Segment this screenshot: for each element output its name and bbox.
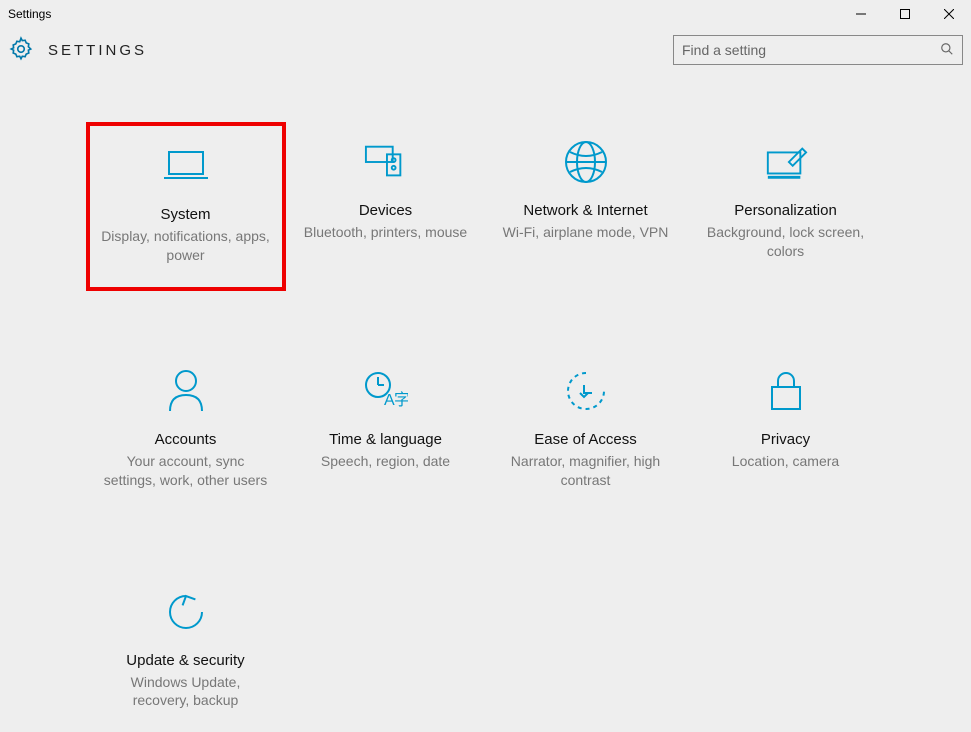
devices-icon [364,140,408,184]
tile-desc: Bluetooth, printers, mouse [304,223,467,242]
tile-desc: Narrator, magnifier, high contrast [501,452,671,490]
tile-title: Accounts [155,431,217,448]
tile-privacy[interactable]: Privacy Location, camera [686,351,886,512]
tile-title: Personalization [734,202,837,219]
header-left: SETTINGS [8,36,147,65]
update-icon [164,590,208,634]
tile-title: Ease of Access [534,431,637,448]
tile-update-security[interactable]: Update & security Windows Update, recove… [86,572,286,732]
search-input[interactable] [682,42,940,58]
time-language-icon: A字 [364,369,408,413]
settings-grid: System Display, notifications, apps, pow… [0,122,971,732]
header: SETTINGS [0,28,971,72]
tile-title: Update & security [126,652,244,669]
tile-network[interactable]: Network & Internet Wi-Fi, airplane mode,… [486,122,686,291]
tile-system[interactable]: System Display, notifications, apps, pow… [86,122,286,291]
gear-icon [8,36,34,65]
close-button[interactable] [927,0,971,28]
tile-desc: Background, lock screen, colors [701,223,871,261]
tile-desc: Your account, sync settings, work, other… [101,452,271,490]
search-box[interactable] [673,35,963,65]
tile-personalization[interactable]: Personalization Background, lock screen,… [686,122,886,291]
titlebar: Settings [0,0,971,28]
search-icon [940,42,954,59]
ease-access-icon [564,369,608,413]
globe-icon [564,140,608,184]
page-title: SETTINGS [48,42,147,59]
lock-icon [764,369,808,413]
tile-time-language[interactable]: A字 Time & language Speech, region, date [286,351,486,512]
tile-desc: Display, notifications, apps, power [101,227,271,265]
tile-desc: Windows Update, recovery, backup [101,673,271,711]
minimize-button[interactable] [839,0,883,28]
window-title: Settings [8,7,51,21]
tile-desc: Location, camera [732,452,839,471]
tile-title: Privacy [761,431,810,448]
tile-title: System [160,206,210,223]
tile-title: Time & language [329,431,442,448]
laptop-icon [164,144,208,188]
tile-title: Network & Internet [523,202,647,219]
svg-text:字: 字 [394,391,408,409]
tile-desc: Wi-Fi, airplane mode, VPN [503,223,669,242]
window-controls [839,0,971,28]
tile-accounts[interactable]: Accounts Your account, sync settings, wo… [86,351,286,512]
tile-devices[interactable]: Devices Bluetooth, printers, mouse [286,122,486,291]
tile-title: Devices [359,202,412,219]
tile-ease-access[interactable]: Ease of Access Narrator, magnifier, high… [486,351,686,512]
person-icon [164,369,208,413]
maximize-button[interactable] [883,0,927,28]
personalization-icon [764,140,808,184]
tile-desc: Speech, region, date [321,452,450,471]
